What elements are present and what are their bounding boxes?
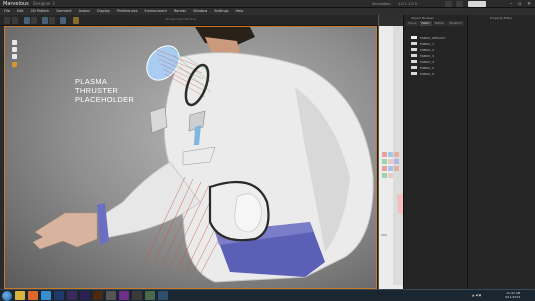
pattern-ruler-label: 200 bbox=[381, 233, 387, 237]
fabric-swatch bbox=[411, 36, 417, 39]
fabric-label: FABRIC_4 bbox=[420, 59, 435, 64]
move-tool-icon[interactable] bbox=[12, 17, 18, 24]
thruster-annotation: PLASMA THRUSTER PLACEHOLDER bbox=[75, 77, 134, 104]
settings-icon[interactable] bbox=[158, 291, 168, 300]
maximize-icon[interactable]: ▫ bbox=[518, 0, 521, 8]
start-button-icon[interactable] bbox=[2, 291, 12, 301]
fabric-label: FABRIC_6 bbox=[420, 71, 435, 76]
tab-topstitch[interactable]: Topstitch bbox=[447, 21, 464, 26]
fabric-label: FABRIC_2 bbox=[420, 47, 435, 52]
simulation-values: 1.0 1 1.0 5 bbox=[398, 2, 417, 6]
record-button[interactable] bbox=[456, 1, 463, 7]
pin-tool-icon[interactable] bbox=[42, 17, 48, 24]
premiere-icon[interactable] bbox=[67, 291, 77, 300]
property-editor: Property Editor bbox=[467, 15, 535, 289]
tab-scene[interactable]: Scene bbox=[406, 21, 419, 26]
aftereffects-icon[interactable] bbox=[80, 291, 90, 300]
simulation-label: Simulation bbox=[372, 2, 391, 6]
fabric-label: FABRIC_5 bbox=[420, 65, 435, 70]
fabric-swatch bbox=[411, 66, 417, 69]
firefox-icon[interactable] bbox=[28, 291, 38, 300]
fabric-label: FABRIC_DEFAULT bbox=[420, 35, 446, 40]
3d-viewport[interactable]: PLASMA THRUSTER PLACEHOLDER bbox=[4, 26, 377, 289]
pattern-pieces bbox=[382, 26, 404, 285]
texture-tool-icon[interactable] bbox=[73, 17, 79, 24]
display-garment-icon[interactable] bbox=[12, 47, 17, 52]
viewport-label: 3D Garment Window bbox=[165, 17, 197, 21]
fabric-item[interactable]: FABRIC_3 bbox=[411, 53, 465, 58]
select-tool-icon[interactable] bbox=[4, 17, 10, 24]
object-browser-tabs: Scene Fabric Button Topstitch bbox=[406, 21, 466, 26]
clock[interactable]: 11:42 AM 3/11/2014 bbox=[505, 291, 520, 299]
menu-edit[interactable]: Edit bbox=[17, 8, 24, 15]
annotation-line-1: PLASMA bbox=[75, 77, 108, 86]
fabric-swatch bbox=[411, 48, 417, 51]
menu-environment[interactable]: Environment bbox=[145, 8, 167, 15]
annotation-line-3: PLACEHOLDER bbox=[75, 95, 135, 104]
photoshop-icon[interactable] bbox=[54, 291, 64, 300]
tack-tool-icon[interactable] bbox=[49, 17, 55, 24]
fabric-swatch bbox=[411, 42, 417, 45]
media-icon[interactable] bbox=[41, 291, 51, 300]
app-version: Designer 3 bbox=[33, 1, 55, 6]
close-icon[interactable]: × bbox=[527, 0, 531, 8]
menu-display[interactable]: Display bbox=[97, 8, 110, 15]
display-avatar-icon[interactable] bbox=[12, 40, 17, 45]
explorer-icon[interactable] bbox=[15, 291, 25, 300]
notepad-icon[interactable] bbox=[132, 291, 142, 300]
viewer-icon[interactable] bbox=[145, 291, 155, 300]
menu-settings[interactable]: Settings bbox=[214, 8, 228, 15]
menu-help[interactable]: Help bbox=[236, 8, 244, 15]
title-bar: Marvelous Designer 3 Simulation 1.0 1 1.… bbox=[0, 0, 535, 8]
app-title: Marvelous bbox=[3, 1, 29, 7]
menu-preferences[interactable]: Preferences bbox=[117, 8, 138, 15]
select-mesh-icon[interactable] bbox=[24, 17, 30, 24]
fabric-item[interactable]: FABRIC_DEFAULT bbox=[411, 35, 465, 40]
menu-bar: File Edit 2D Pattern Garment Avatar Disp… bbox=[0, 8, 535, 15]
menu-file[interactable]: File bbox=[4, 8, 10, 15]
fabric-item[interactable]: FABRIC_5 bbox=[411, 65, 465, 70]
fabric-item[interactable]: FABRIC_1 bbox=[411, 41, 465, 46]
viewport-toolbar: 3D Garment Window bbox=[0, 15, 380, 26]
fabric-swatch bbox=[411, 60, 417, 63]
fabric-item[interactable]: FABRIC_6 bbox=[411, 71, 465, 76]
fabric-swatch bbox=[411, 72, 417, 75]
fabric-label: FABRIC_1 bbox=[420, 41, 435, 46]
menu-2d-pattern[interactable]: 2D Pattern bbox=[31, 8, 50, 15]
menu-avatar[interactable]: Avatar bbox=[79, 8, 90, 15]
fabric-item[interactable]: FABRIC_4 bbox=[411, 59, 465, 64]
system-tray[interactable]: ▲ ◀ ▣ bbox=[472, 293, 481, 297]
menu-render[interactable]: Render bbox=[174, 8, 186, 15]
object-browser: Object Browser Scene Fabric Button Topst… bbox=[403, 15, 467, 289]
object-browser-title: Object Browser bbox=[411, 16, 434, 20]
measure-tool-icon[interactable] bbox=[60, 17, 66, 24]
mode-selector[interactable] bbox=[468, 1, 486, 7]
display-texture-icon[interactable] bbox=[12, 62, 17, 67]
windows-taskbar: ▲ ◀ ▣ 11:42 AM 3/11/2014 bbox=[0, 289, 535, 301]
fabric-item[interactable]: FABRIC_2 bbox=[411, 47, 465, 52]
fabric-swatch bbox=[411, 54, 417, 57]
tab-fabric[interactable]: Fabric bbox=[419, 21, 432, 26]
display-mesh-icon[interactable] bbox=[12, 54, 17, 59]
tab-button[interactable]: Button bbox=[432, 21, 447, 26]
avatar-scene bbox=[32, 27, 374, 283]
annotation-line-2: THRUSTER bbox=[75, 86, 119, 95]
minimize-icon[interactable]: – bbox=[510, 0, 513, 8]
property-editor-title: Property Editor bbox=[490, 16, 513, 20]
illustrator-icon[interactable] bbox=[93, 291, 103, 300]
fold-tool-icon[interactable] bbox=[31, 17, 37, 24]
menu-window[interactable]: Window bbox=[193, 8, 207, 15]
menu-garment[interactable]: Garment bbox=[56, 8, 71, 15]
2d-pattern-window[interactable]: 200 bbox=[378, 15, 404, 289]
clock-date: 3/11/2014 bbox=[505, 295, 521, 299]
marvelous-icon[interactable] bbox=[119, 291, 129, 300]
simulate-button[interactable] bbox=[445, 1, 452, 7]
fabric-label: FABRIC_3 bbox=[420, 53, 435, 58]
unity-icon[interactable] bbox=[106, 291, 116, 300]
